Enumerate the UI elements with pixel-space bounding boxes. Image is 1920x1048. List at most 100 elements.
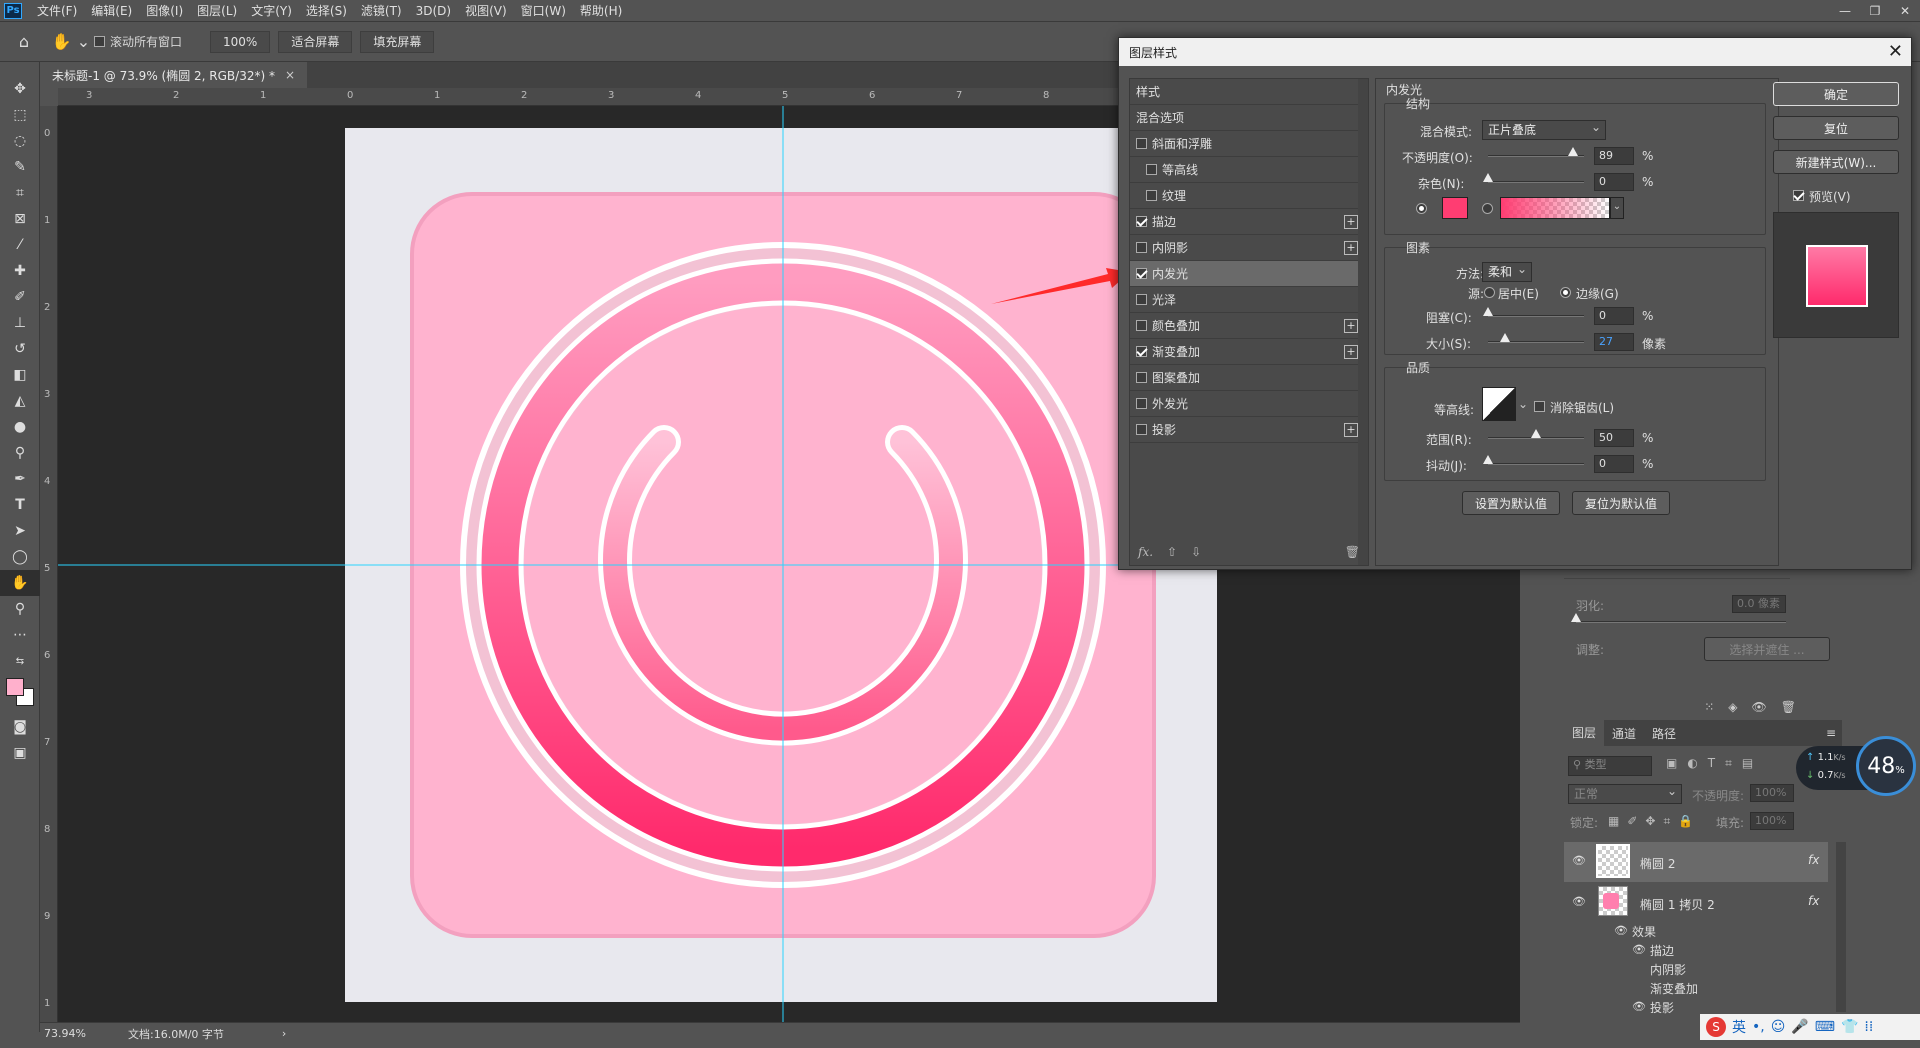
jitter-field[interactable]: 0 — [1594, 455, 1634, 473]
add-effect-icon[interactable]: + — [1344, 319, 1358, 333]
menu-filter[interactable]: 滤镜(T) — [354, 0, 409, 22]
blend-mode-select[interactable]: 正片叠底 — [1482, 118, 1606, 140]
style-item[interactable]: 纹理 — [1130, 183, 1368, 209]
feather-slider[interactable] — [1571, 613, 1786, 623]
menu-edit[interactable]: 编辑(E) — [84, 0, 139, 22]
style-checkbox[interactable] — [1136, 424, 1147, 435]
close-window-icon[interactable]: ✕ — [1890, 0, 1920, 22]
pen-tool-icon[interactable]: ✒ — [0, 466, 40, 492]
menu-3d[interactable]: 3D(D) — [409, 0, 458, 22]
fit-screen-button[interactable]: 适合屏幕 — [278, 30, 353, 53]
dialog-close-icon[interactable]: ✕ — [1888, 41, 1903, 62]
style-item[interactable]: 光泽 — [1130, 287, 1368, 313]
swap-colors-icon[interactable]: ⇆ — [0, 648, 40, 674]
close-tab-icon[interactable]: × — [285, 68, 295, 82]
method-select[interactable]: 柔和 — [1482, 260, 1532, 282]
restore-icon[interactable]: ❐ — [1860, 0, 1890, 22]
dialog-titlebar[interactable]: 图层样式 ✕ — [1119, 38, 1911, 66]
blur-tool-icon[interactable]: ● — [0, 414, 40, 440]
noise-slider[interactable] — [1483, 173, 1584, 183]
ime-skin-icon[interactable]: 👕 — [1841, 1019, 1858, 1035]
memory-gauge[interactable]: 48% — [1856, 736, 1916, 796]
hand-tool-icon[interactable]: ✋ — [0, 570, 40, 596]
gradient-radio[interactable] — [1482, 203, 1493, 214]
effects-eye-icon[interactable]: 👁 — [1614, 924, 1628, 937]
menu-select[interactable]: 选择(S) — [299, 0, 354, 22]
minimize-icon[interactable]: — — [1830, 0, 1860, 22]
range-field[interactable]: 50 — [1594, 429, 1634, 447]
zoom-tool-icon[interactable]: ⚲ — [0, 596, 40, 622]
menu-help[interactable]: 帮助(H) — [573, 0, 629, 22]
lock-icons[interactable]: ▦✐✥⌗🔒 — [1608, 814, 1701, 829]
range-thumb[interactable] — [1531, 429, 1541, 438]
color-swatches[interactable] — [0, 674, 39, 714]
status-arrow-icon[interactable]: › — [282, 1027, 286, 1040]
style-checkbox[interactable] — [1136, 372, 1147, 383]
document-tab[interactable]: 未标题-1 @ 73.9% (椭圆 2, RGB/32*) * × — [40, 62, 308, 88]
style-checkbox[interactable] — [1136, 216, 1147, 227]
layer-blend-select[interactable]: 正常 — [1568, 782, 1682, 804]
noise-field[interactable]: 0 — [1594, 173, 1634, 191]
effect-eye-icon[interactable]: 👁 — [1632, 943, 1646, 956]
type-tool-icon[interactable]: T — [0, 492, 40, 518]
paint-bucket-icon[interactable]: ◭ — [0, 388, 40, 414]
size-slider[interactable] — [1488, 333, 1584, 343]
style-checkbox[interactable] — [1136, 346, 1147, 357]
grid-icon[interactable]: ⁙ — [1704, 700, 1714, 714]
menu-view[interactable]: 视图(V) — [458, 0, 514, 22]
reset-button[interactable]: 复位 — [1773, 116, 1899, 140]
color-radio[interactable] — [1416, 203, 1427, 214]
ime-punct-icon[interactable]: •, — [1752, 1019, 1765, 1035]
add-effect-icon[interactable]: + — [1344, 345, 1358, 359]
layer-name[interactable]: 椭圆 2 — [1640, 855, 1675, 872]
trash-icon[interactable]: 🗑 — [1781, 700, 1796, 714]
layer-fx-icon[interactable]: fx — [1808, 853, 1819, 867]
tab-channels[interactable]: 通道 — [1604, 725, 1644, 742]
layer-filter-icons[interactable]: ▣◐T⌗▤ — [1666, 756, 1763, 771]
tab-paths[interactable]: 路径 — [1644, 725, 1684, 742]
add-effect-icon[interactable]: + — [1344, 241, 1358, 255]
brush-tool-icon[interactable]: ✐ — [0, 284, 40, 310]
blend-options-item[interactable]: 混合选项 — [1130, 105, 1368, 131]
effect-eye-icon[interactable]: 👁 — [1632, 1000, 1646, 1013]
zoom-100-button[interactable]: 100% — [210, 30, 271, 53]
style-checkbox[interactable] — [1146, 164, 1157, 175]
ellipse-tool-icon[interactable]: ◯ — [0, 544, 40, 570]
home-icon[interactable]: ⌂ — [0, 32, 48, 51]
hand-tool-preset-icon[interactable]: ✋ ⌄ — [48, 32, 94, 51]
feather-field[interactable]: 0.0 像素 — [1732, 595, 1786, 613]
eraser-icon[interactable]: ◧ — [0, 362, 40, 388]
style-item[interactable]: 等高线 — [1130, 157, 1368, 183]
opacity-thumb[interactable] — [1568, 147, 1579, 156]
style-item[interactable]: 内阴影 + — [1130, 235, 1368, 261]
panel-menu-icon[interactable]: ≡ — [1826, 726, 1842, 740]
quick-select-icon[interactable]: ✎ — [0, 154, 40, 180]
contour-dropdown-icon[interactable]: ⌄ — [1518, 397, 1528, 411]
layer-eye-icon[interactable]: 👁 — [1572, 895, 1586, 908]
menu-layer[interactable]: 图层(L) — [190, 0, 244, 22]
crop-tool-icon[interactable]: ⌗ — [0, 180, 40, 206]
antialias-checkbox[interactable] — [1534, 401, 1545, 412]
history-brush-icon[interactable]: ↺ — [0, 336, 40, 362]
source-edge-radio[interactable] — [1560, 287, 1571, 298]
style-item[interactable]: 图案叠加 — [1130, 365, 1368, 391]
menu-file[interactable]: 文件(F) — [30, 0, 84, 22]
ime-tools-icon[interactable]: ⁞⁞ — [1864, 1019, 1873, 1035]
contour-preview[interactable] — [1482, 387, 1516, 421]
add-effect-icon[interactable]: + — [1344, 215, 1358, 229]
layer-name[interactable]: 椭圆 1 拷贝 2 — [1640, 896, 1715, 913]
ok-button[interactable]: 确定 — [1773, 82, 1899, 106]
jitter-thumb[interactable] — [1483, 455, 1493, 464]
ime-keyboard-icon[interactable]: ⌨ — [1815, 1019, 1835, 1035]
style-checkbox[interactable] — [1136, 268, 1147, 279]
fill-field[interactable]: 100% — [1750, 812, 1794, 830]
layer-eye-icon[interactable]: 👁 — [1572, 854, 1586, 867]
gradient-dropdown-icon[interactable]: ⌄ — [1610, 197, 1624, 219]
layers-scrollbar[interactable] — [1836, 842, 1846, 1012]
source-center-radio[interactable] — [1484, 287, 1495, 298]
style-item[interactable]: 描边 + — [1130, 209, 1368, 235]
size-field[interactable]: 27 — [1594, 333, 1634, 351]
style-checkbox[interactable] — [1136, 294, 1147, 305]
tab-layers[interactable]: 图层 — [1564, 720, 1605, 746]
range-slider[interactable] — [1488, 429, 1584, 439]
